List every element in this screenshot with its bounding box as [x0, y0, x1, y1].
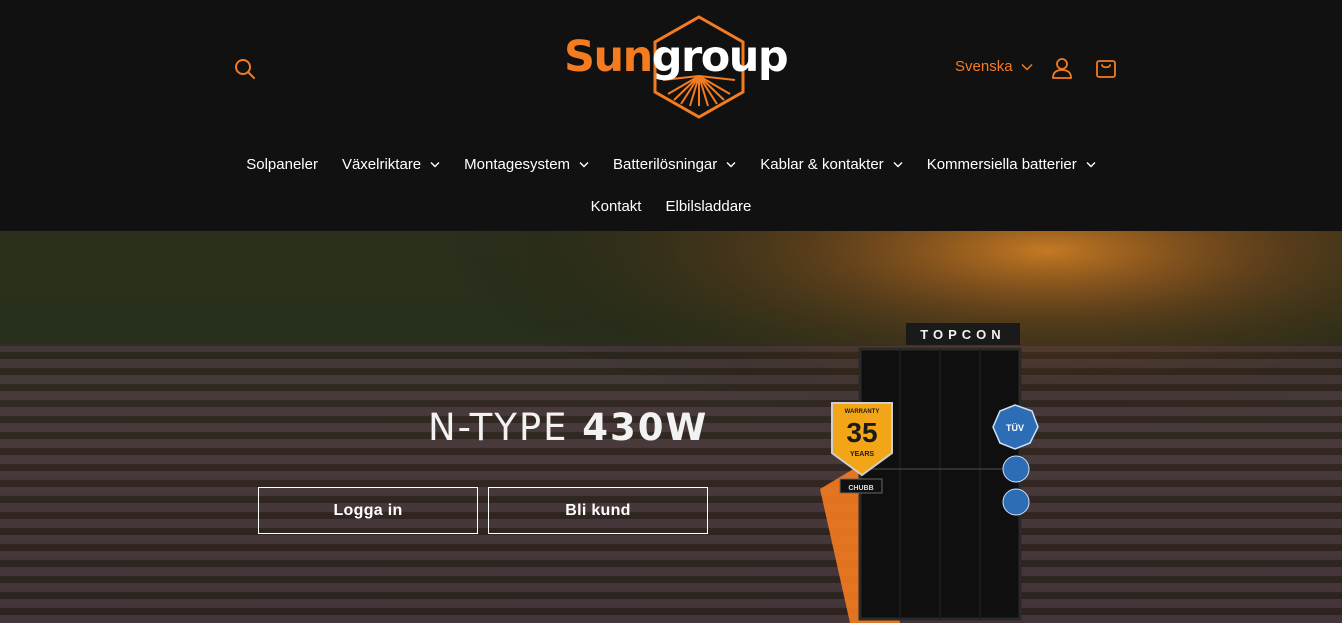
chevron-down-icon	[1086, 162, 1096, 168]
chevron-down-icon	[579, 162, 589, 168]
nav-item-elbilsladdare[interactable]: Elbilsladdare	[653, 198, 763, 215]
tuv-cert-badge: TÜV	[1006, 423, 1024, 433]
nav-item-label: Kommersiella batterier	[926, 156, 1077, 173]
site-header: Sungroup Svenska Solpaneler Växelriktare…	[0, 0, 1342, 231]
nav-item-label: Montagesystem	[464, 156, 571, 173]
main-nav-row-1: Solpaneler Växelriktare Montagesystem Ba…	[0, 156, 1342, 173]
hero-title: N-TYPE 430W	[428, 409, 708, 446]
bag-icon[interactable]	[1093, 55, 1119, 81]
hero-title-thin: N-TYPE	[428, 406, 583, 449]
user-icon[interactable]	[1049, 55, 1075, 81]
hero-title-bold: 430W	[582, 406, 709, 449]
sungroup-logo[interactable]: Sungroup	[560, 14, 789, 120]
nav-item-montagesystem[interactable]: Montagesystem	[452, 156, 601, 173]
nav-item-label: Kontakt	[590, 198, 642, 215]
warranty-badge-number: 35	[846, 417, 877, 448]
nav-item-batterilosningar[interactable]: Batterilösningar	[601, 156, 748, 173]
hero-banner: N-TYPE 430W Logga in Bli kund TOPCON WAR…	[0, 231, 1342, 623]
nav-item-label: Växelriktare	[341, 156, 422, 173]
become-customer-button[interactable]: Bli kund	[488, 487, 708, 534]
language-label: Svenska	[955, 58, 1013, 75]
login-button[interactable]: Logga in	[258, 487, 478, 534]
warranty-badge-top: WARRANTY	[845, 409, 880, 415]
solar-panel-product-image: TOPCON WARRANTY 35 YEARS CHUBB TÜV	[820, 323, 1039, 623]
logo-text-sun: Sun	[564, 32, 653, 82]
logo-text-group: group	[651, 32, 789, 82]
nav-item-label: Batterilösningar	[613, 156, 718, 173]
nav-item-label: Kablar & kontakter	[760, 156, 884, 173]
nav-item-solpaneler[interactable]: Solpaneler	[234, 156, 330, 173]
nav-item-label: Solpaneler	[246, 156, 318, 173]
search-icon[interactable]	[232, 56, 258, 82]
logo-wordmark: Sungroup	[564, 36, 789, 79]
chevron-down-icon	[1021, 63, 1033, 71]
language-selector[interactable]: Svenska	[955, 58, 1033, 75]
main-nav-row-2: Kontakt Elbilsladdare	[0, 198, 1342, 215]
topcon-badge: TOPCON	[920, 327, 1005, 342]
warranty-badge-bottom: YEARS	[850, 451, 874, 458]
nav-item-label: Elbilsladdare	[665, 198, 752, 215]
chevron-down-icon	[726, 162, 736, 168]
chevron-down-icon	[430, 162, 440, 168]
nav-item-kontakt[interactable]: Kontakt	[579, 198, 654, 215]
insurer-badge: CHUBB	[848, 485, 873, 492]
nav-item-kommersiella-batterier[interactable]: Kommersiella batterier	[915, 156, 1108, 173]
nav-item-kablar-kontakter[interactable]: Kablar & kontakter	[748, 156, 914, 173]
chevron-down-icon	[893, 162, 903, 168]
nav-item-vaxelriktare[interactable]: Växelriktare	[330, 156, 452, 173]
